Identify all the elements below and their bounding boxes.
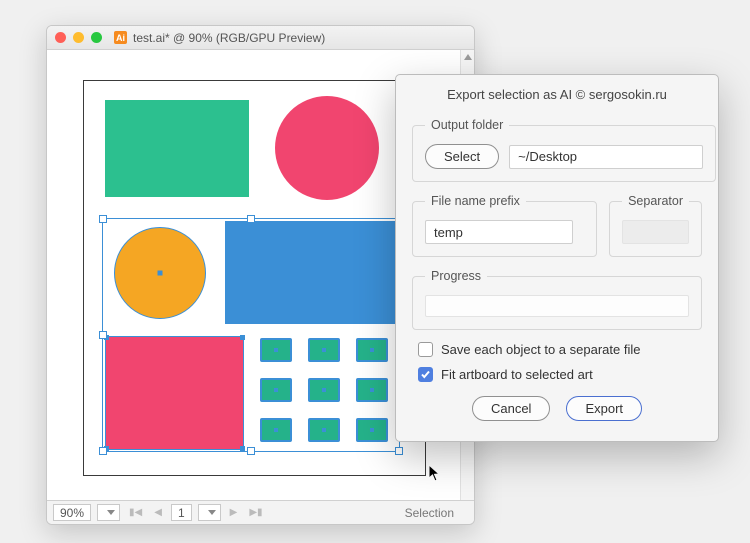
save-each-checkbox[interactable]: Save each object to a separate file [418, 342, 702, 357]
resize-handle[interactable] [247, 215, 255, 223]
progress-group: Progress [412, 269, 702, 330]
resize-handle[interactable] [395, 447, 403, 455]
file-prefix-input[interactable] [425, 220, 573, 244]
save-each-label: Save each object to a separate file [441, 342, 640, 357]
checkbox-icon [418, 342, 433, 357]
next-page-icon[interactable]: ▶ [227, 507, 241, 518]
art-circle-pink[interactable] [275, 96, 379, 200]
separator-legend: Separator [622, 194, 689, 208]
window-title: test.ai* @ 90% (RGB/GPU Preview) [133, 31, 325, 45]
status-tool-label: Selection [405, 506, 468, 520]
scroll-up-icon[interactable] [464, 54, 472, 60]
status-bar: 90% ▮◀ ◀ 1 ▶ ▶▮ Selection [47, 500, 474, 524]
progress-legend: Progress [425, 269, 487, 283]
output-folder-legend: Output folder [425, 118, 509, 132]
cancel-button[interactable]: Cancel [472, 396, 550, 421]
file-prefix-group: File name prefix [412, 194, 597, 257]
separator-display [622, 220, 689, 244]
separator-group: Separator [609, 194, 702, 257]
artboard [83, 80, 426, 476]
prev-page-icon[interactable]: ◀ [151, 507, 165, 518]
select-folder-button[interactable]: Select [425, 144, 499, 169]
output-folder-input[interactable] [509, 145, 703, 169]
resize-handle[interactable] [99, 447, 107, 455]
file-prefix-legend: File name prefix [425, 194, 526, 208]
export-dialog: Export selection as AI © sergosokin.ru O… [395, 74, 719, 442]
resize-handle[interactable] [247, 447, 255, 455]
window-controls [55, 32, 102, 43]
output-folder-group: Output folder Select [412, 118, 716, 182]
page-dropdown[interactable]: 1 [171, 504, 192, 521]
mouse-cursor-icon [428, 464, 442, 482]
fit-artboard-checkbox[interactable]: Fit artboard to selected art [418, 367, 702, 382]
checkbox-checked-icon [418, 367, 433, 382]
zoom-dropdown[interactable]: 90% [53, 504, 91, 521]
resize-handle[interactable] [99, 215, 107, 223]
close-icon[interactable] [55, 32, 66, 43]
page-number: 1 [178, 506, 185, 520]
dialog-title: Export selection as AI © sergosokin.ru [412, 87, 702, 102]
last-page-icon[interactable]: ▶▮ [246, 507, 265, 518]
selection-bounding-box[interactable] [102, 218, 400, 452]
export-button[interactable]: Export [566, 396, 642, 421]
progress-bar [425, 295, 689, 317]
resize-handle[interactable] [99, 331, 107, 339]
maximize-icon[interactable] [91, 32, 102, 43]
page-chevron[interactable] [198, 504, 221, 521]
minimize-icon[interactable] [73, 32, 84, 43]
zoom-value: 90% [60, 506, 84, 520]
illustrator-file-icon: Ai [114, 31, 127, 44]
art-rectangle-teal[interactable] [105, 100, 249, 197]
titlebar[interactable]: Ai test.ai* @ 90% (RGB/GPU Preview) [47, 26, 474, 50]
fit-artboard-label: Fit artboard to selected art [441, 367, 593, 382]
first-page-icon[interactable]: ▮◀ [126, 507, 145, 518]
zoom-chevron[interactable] [97, 504, 120, 521]
